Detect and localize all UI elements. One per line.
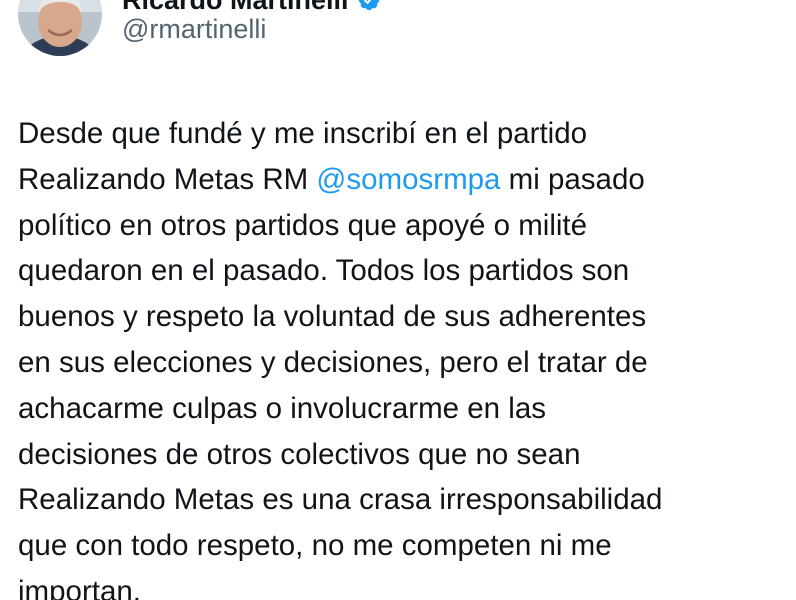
tweet-text: Desde que fundé y me inscribí en el part… [18, 111, 788, 600]
avatar[interactable] [18, 0, 102, 56]
mention-link[interactable]: @somosrmpa [316, 163, 500, 196]
verified-badge-icon [358, 0, 379, 11]
profile-photo-icon [18, 0, 102, 56]
tweet-text-part2: mi pasado político en otros partidos que… [18, 162, 663, 600]
author-handle[interactable]: @rmartinelli [122, 14, 266, 45]
